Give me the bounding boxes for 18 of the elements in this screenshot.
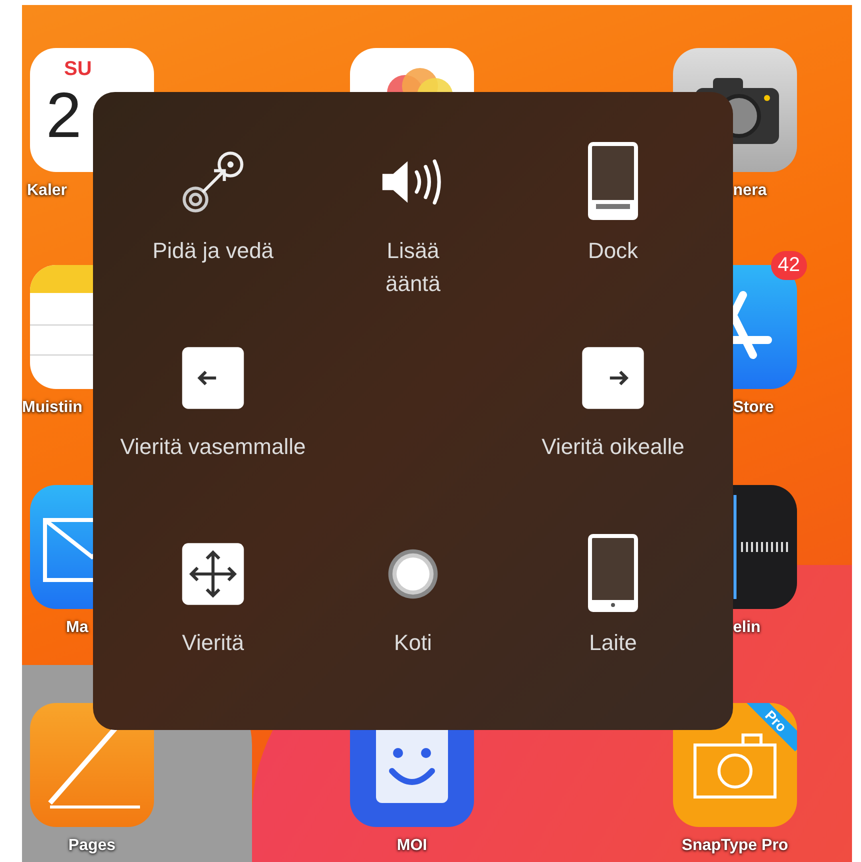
app-label: Store (733, 399, 774, 417)
menu-item[interactable]: Lisää ääntä (313, 142, 513, 322)
menu-item[interactable]: Dock (513, 142, 713, 322)
menu-item[interactable]: Vieritä vasemmalle (113, 338, 313, 518)
app-label: elin (733, 619, 761, 637)
menu-item[interactable]: Vieritä (113, 534, 313, 714)
menu-item[interactable]: Vieritä oikealle (513, 338, 713, 518)
app-label: MOI (396, 837, 428, 855)
app-label: Pages (68, 837, 116, 855)
app-label: Muistiin (22, 399, 82, 417)
calendar-day: SU (64, 58, 92, 81)
app-label: nera (733, 182, 767, 200)
app-label: SnapType Pro (682, 837, 788, 855)
calendar-date: 2 (46, 78, 82, 152)
app-label: Ma (66, 619, 88, 637)
menu-item[interactable]: Koti (313, 534, 513, 714)
notification-badge: 42 (770, 251, 807, 280)
app-label: Kaler (27, 182, 68, 200)
